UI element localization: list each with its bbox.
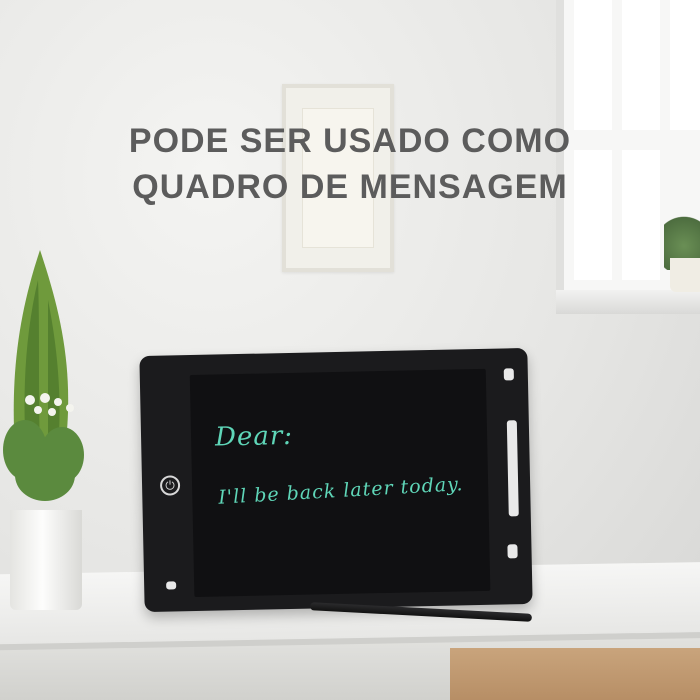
screen-message: I'll be back later today. [217, 473, 464, 509]
tablet-slot [507, 544, 518, 559]
product-photo: ⏻ Dear: I'll be back later today. PODE S… [0, 0, 700, 700]
white-flower-pot [10, 510, 82, 610]
tablet-slot [503, 368, 514, 381]
tablet-slot [166, 581, 177, 590]
power-button[interactable]: ⏻ [159, 475, 181, 496]
window-pane [574, 0, 612, 130]
wooden-floor [450, 648, 700, 700]
power-icon: ⏻ [165, 478, 175, 493]
lcd-screen: Dear: I'll be back later today. [189, 368, 491, 597]
potted-plant [3, 250, 84, 501]
headline-line-1: PODE SER USADO COMO [128, 122, 572, 160]
window-pane [622, 0, 660, 130]
window-sill [556, 290, 700, 314]
window-pane [670, 0, 700, 130]
lcd-writing-tablet: ⏻ Dear: I'll be back later today. [139, 347, 533, 613]
headline-line-2: QUADRO DE MENSAGEM [132, 168, 568, 206]
screen-greeting: Dear: [214, 420, 294, 453]
windowsill-pot [670, 258, 700, 292]
headline: PODE SER USADO COMO QUADRO DE MENSAGEM [0, 118, 700, 210]
stylus-holder-slot [506, 420, 519, 517]
